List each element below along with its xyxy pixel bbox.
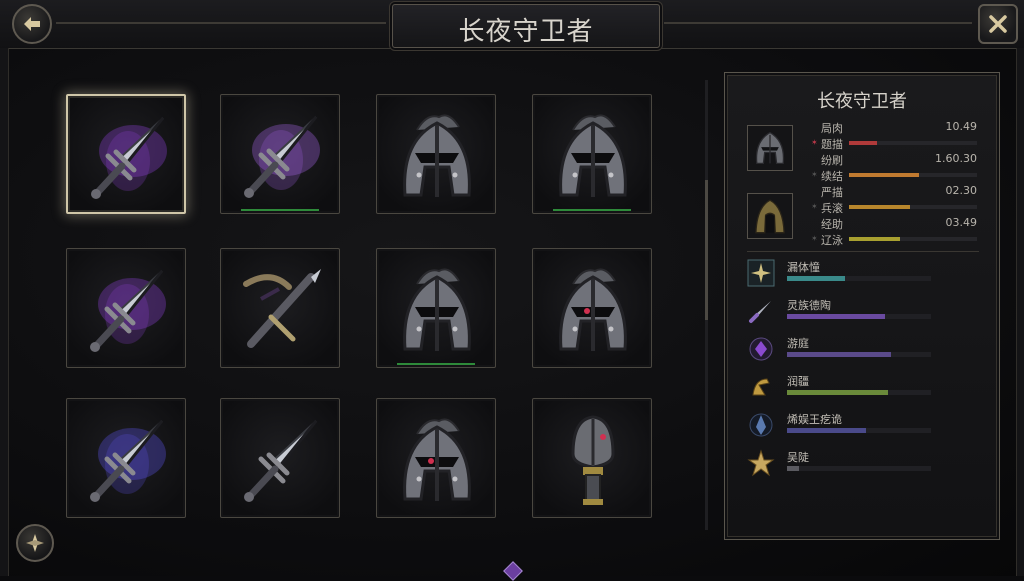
stat-label: 局肉 [821,122,843,135]
sword-icon [90,270,166,352]
helmet-icon [559,114,627,197]
item-slot[interactable] [220,94,340,214]
stat-label: 经助 [821,218,843,231]
skill-name: 润疆 [787,375,809,388]
page-indicator-gem [503,561,523,581]
skill-bar [787,428,931,433]
item-slot[interactable] [376,94,496,214]
skill-bar-fill [787,466,799,471]
close-button[interactable] [978,4,1018,44]
compass-icon [26,534,44,552]
stat-label: 严描 [821,186,843,199]
right-border-ornament [1016,48,1024,576]
skill-name: 漏体憧 [787,261,820,274]
mace-icon [571,415,615,505]
skill-bar-fill [787,314,885,319]
grid-scrollbar[interactable] [705,80,708,530]
arrow-left-icon [24,17,40,31]
skill-bar [787,276,931,281]
stat-bar [849,237,977,241]
item-detail-panel: 长夜守卫者 局肉 10.49 题描 ✶ 纷刷 1.60.30 续结 ✶ 严描 02.30 兵滚 ✶ 经助… [724,72,1000,540]
scrollbar-thumb[interactable] [705,180,708,320]
left-border-ornament [0,48,9,576]
gold-star-icon [747,449,775,477]
top-bar-ornament-left [56,22,386,24]
close-icon [989,15,1007,33]
stat-star-icon: ✶ [811,202,818,211]
skill-name: 灵族德陶 [787,299,831,312]
skill-bar [787,314,931,319]
crossbow-icon [243,269,321,348]
item-slot[interactable] [220,398,340,518]
sword-icon [90,420,166,502]
stat-bar [849,141,977,145]
back-button[interactable] [12,4,52,44]
helmet-icon [559,268,627,351]
stat-bar-fill [849,173,920,177]
star-burst-icon [747,259,775,287]
stat-star-icon: ✶ [811,170,818,179]
item-slot[interactable] [532,248,652,368]
stat-bar-fill [849,141,878,145]
helmet-icon [755,131,785,165]
stat-label: 兵滚 [821,202,843,215]
stat-label: 辽泳 [821,234,843,247]
stat-bar-fill [849,205,911,209]
page-title: 长夜守卫者 [458,17,594,47]
skill-bar-fill [787,390,888,395]
sword-icon [91,117,167,199]
stat-value: 03.49 [945,216,978,229]
item-slot[interactable] [66,398,186,518]
stat-value: 02.30 [945,184,978,197]
stat-value: 1.60.30 [935,152,977,165]
stat-label: 纷刷 [821,154,843,167]
stat-bar [849,205,977,209]
item-slot[interactable] [66,94,186,214]
hood-icon [755,199,785,234]
stat-star-icon: ✶ [811,234,818,243]
crystal-icon [749,413,773,437]
skill-bar [787,352,931,357]
sword-icon [244,420,318,502]
helmet-icon [403,418,471,501]
panel-title: 长夜守卫者 [817,91,907,112]
item-slot[interactable] [220,248,340,368]
skill-bar-fill [787,276,845,281]
bottom-left-button[interactable] [16,524,54,562]
skill-bar [787,466,931,471]
top-bar-ornament-right [664,22,972,24]
skill-bar [787,390,931,395]
dagger-icon [749,301,771,323]
sword-icon [244,116,320,198]
skill-name: 游庭 [787,337,809,350]
helmet-icon [403,114,471,197]
skill-name: 吴陡 [787,451,809,464]
stat-bar-fill [849,237,901,241]
item-slot[interactable] [532,398,652,518]
stat-value: 10.49 [945,120,978,133]
skill-name: 烯娱王疙诡 [787,413,842,426]
stat-label: 题描 [821,138,843,151]
detail-thumb-hood [747,193,793,239]
stat-bar [849,173,977,177]
divider [747,251,979,252]
purple-orb-icon [749,337,773,361]
equipped-indicator [241,209,319,211]
equipped-indicator [553,209,631,211]
detail-thumb-helmet [747,125,793,171]
skill-bar-fill [787,428,867,433]
top-bar: 长夜守卫者 [0,0,1024,49]
item-slot[interactable] [376,248,496,368]
skill-bar-fill [787,352,891,357]
stat-label: 续结 [821,170,843,183]
item-slot[interactable] [66,248,186,368]
gold-rune-icon [752,378,770,396]
helmet-icon [403,268,471,351]
item-slot[interactable] [532,94,652,214]
title-plate: 长夜守卫者 [392,4,660,48]
game-window: 长夜守卫者 长夜守卫者 局肉 10.49 题描 ✶ 纷刷 1.60.30 续结 … [0,0,1024,581]
stat-star-icon: ✶ [811,138,818,147]
equipped-indicator [397,363,475,365]
item-slot[interactable] [376,398,496,518]
